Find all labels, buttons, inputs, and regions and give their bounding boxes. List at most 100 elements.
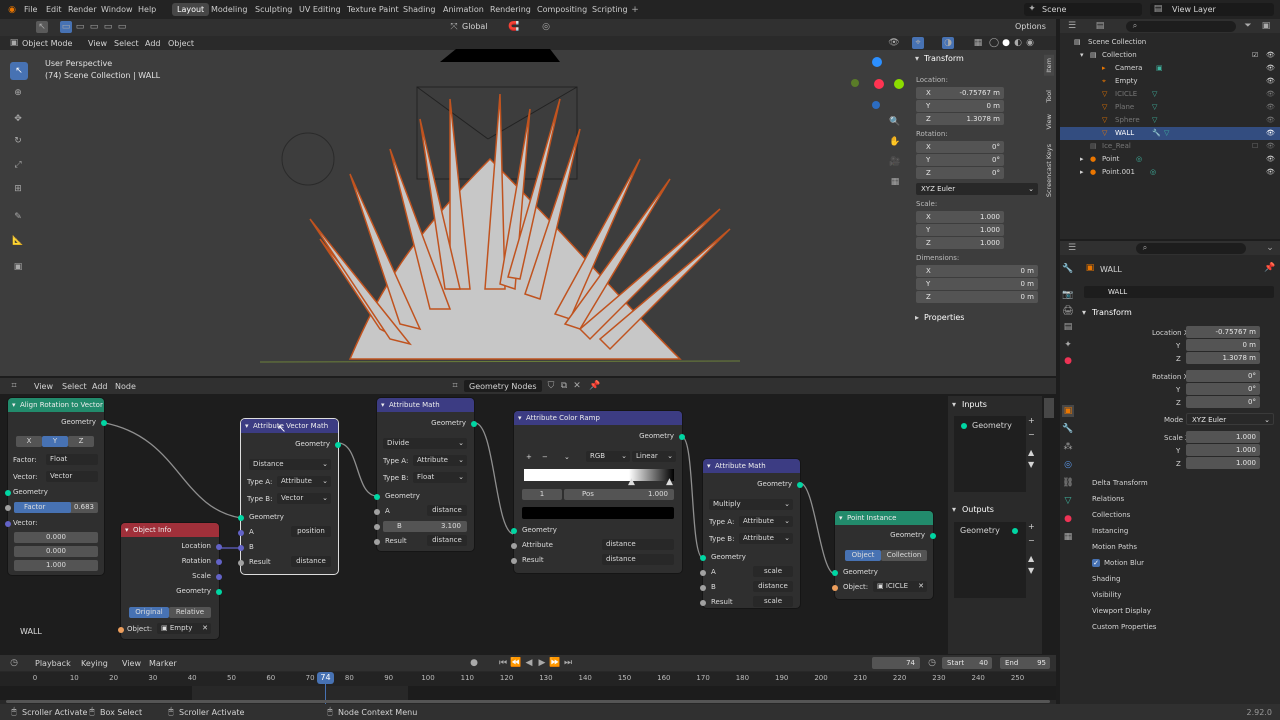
motion-blur-checkbox[interactable]: ✓ xyxy=(1092,559,1100,567)
attribute-a-field[interactable]: position xyxy=(291,526,331,537)
eye-icon[interactable]: 👁 xyxy=(1266,166,1275,179)
instance-object-toggle[interactable]: Object xyxy=(845,550,881,561)
operation-select[interactable]: Divide ⌄ xyxy=(383,438,467,449)
npanel-location-z[interactable]: Z 1.3078 m xyxy=(916,113,1004,125)
result-field[interactable]: distance xyxy=(291,556,331,567)
npanel-dimensions-y[interactable]: Y0 m xyxy=(916,278,1038,290)
type-b-select[interactable]: Float ⌄ xyxy=(413,472,467,483)
gizmo-neg-z[interactable] xyxy=(872,101,880,109)
input-socket[interactable] xyxy=(374,494,380,500)
new-collection-icon[interactable]: ▣ xyxy=(1260,20,1272,32)
visibility-icon[interactable]: 👁 xyxy=(888,37,900,49)
pin-icon[interactable]: 📌 xyxy=(1264,262,1276,274)
output-tab-icon[interactable]: 🖨 xyxy=(1062,305,1074,317)
menu-window[interactable]: Window xyxy=(96,3,138,16)
node-header[interactable]: Attribute Vector Math xyxy=(241,419,338,433)
input-socket[interactable] xyxy=(511,528,517,534)
outliner-item-empty[interactable]: ⌖ Empty 👁 xyxy=(1060,75,1280,88)
intersect-select-mode-icon[interactable]: ▭ xyxy=(102,21,114,33)
interpolation-select[interactable]: Linear ⌄ xyxy=(632,451,676,462)
move-up-icon[interactable]: ▲ xyxy=(1028,554,1034,563)
add-output-icon[interactable]: + xyxy=(1028,522,1035,531)
eye-icon[interactable]: 👁 xyxy=(1266,62,1275,75)
display-mode-icon[interactable]: ▤ xyxy=(1094,20,1106,32)
options-menu[interactable]: Options xyxy=(1015,22,1046,31)
subtract-select-mode-icon[interactable]: ▭ xyxy=(88,21,100,33)
proportional-edit-icon[interactable]: ◎ xyxy=(540,21,552,33)
output-socket[interactable] xyxy=(216,544,222,550)
input-socket[interactable] xyxy=(374,524,380,530)
eye-icon[interactable]: 👁 xyxy=(1266,153,1275,166)
move-down-icon[interactable]: ▼ xyxy=(1028,460,1034,469)
box-select-mode-icon[interactable]: ▭ xyxy=(60,21,72,33)
move-down-icon[interactable]: ▼ xyxy=(1028,566,1034,575)
constraints-tab-icon[interactable]: ⛓ xyxy=(1062,477,1074,489)
input-socket[interactable] xyxy=(238,515,244,521)
timeline-menu-playback[interactable]: Playback xyxy=(35,659,71,668)
properties-panel-header[interactable]: ▸ Properties xyxy=(912,311,1042,325)
measure-tool-icon[interactable]: 📐 xyxy=(12,235,24,247)
location-x-field[interactable]: -0.75767 m xyxy=(1186,326,1260,338)
input-socket[interactable] xyxy=(700,555,706,561)
remove-output-icon[interactable]: − xyxy=(1028,536,1035,545)
select-tool-icon[interactable]: ↖ xyxy=(36,21,48,33)
type-b-select[interactable]: Attribute ⌄ xyxy=(739,533,793,544)
node-header[interactable]: Align Rotation to Vector xyxy=(8,398,104,412)
npanel-rotation-mode[interactable]: XYZ Euler ⌄ xyxy=(916,183,1038,195)
options-chevron-icon[interactable]: ⌄ xyxy=(1264,242,1276,254)
tab-shading[interactable]: Shading xyxy=(398,3,441,16)
blender-logo-icon[interactable]: ◉ xyxy=(6,4,18,16)
start-frame-field[interactable]: Start 40 xyxy=(942,657,992,669)
gizmo-z-axis[interactable] xyxy=(872,57,882,67)
outliner-search-input[interactable]: ⌕ xyxy=(1126,21,1236,32)
factor-slider[interactable]: Factor 0.683 xyxy=(14,502,98,513)
outputs-list[interactable]: Geometry xyxy=(954,522,1026,598)
end-frame-field[interactable]: End 95 xyxy=(1000,657,1050,669)
npanel-rotation-y[interactable]: Y 0° xyxy=(916,154,1004,166)
input-socket[interactable] xyxy=(700,570,706,576)
rendered-shading-icon[interactable]: ◉ xyxy=(1024,37,1036,49)
menu-help[interactable]: Help xyxy=(133,3,161,16)
node-header[interactable]: Object Info xyxy=(121,523,219,537)
section-visibility[interactable]: Visibility xyxy=(1092,591,1121,599)
inputs-list[interactable]: Geometry xyxy=(954,416,1026,492)
input-socket[interactable] xyxy=(700,585,706,591)
output-socket[interactable] xyxy=(216,589,222,595)
camera-view-icon[interactable]: 🎥 xyxy=(889,156,901,168)
npanel-dimensions-x[interactable]: X0 m xyxy=(916,265,1038,277)
input-socket[interactable] xyxy=(5,490,11,496)
material-tab-icon[interactable]: ● xyxy=(1062,513,1074,525)
node-align-rotation-to-vector[interactable]: Align Rotation to Vector Geometry X Y Z … xyxy=(5,398,107,575)
filter-icon[interactable]: ⏷ xyxy=(1242,20,1254,32)
eye-icon[interactable]: 👁 xyxy=(1266,49,1275,62)
output-socket[interactable] xyxy=(335,442,341,448)
input-socket[interactable] xyxy=(118,627,124,633)
view-layer-tab-icon[interactable]: ▤ xyxy=(1062,321,1074,333)
input-socket[interactable] xyxy=(374,539,380,545)
type-a-select[interactable]: Attribute ⌄ xyxy=(277,476,331,487)
npanel-tab-item[interactable]: Item xyxy=(1044,55,1054,76)
stop-position-field[interactable]: Pos 1.000 xyxy=(564,489,674,500)
tab-compositing[interactable]: Compositing xyxy=(532,3,592,16)
scene-tab-icon[interactable]: ✦ xyxy=(1062,339,1074,351)
transform-panel-header[interactable]: ▾ Transform xyxy=(912,52,1042,66)
stop-index-field[interactable]: 1 xyxy=(522,489,562,500)
properties-editor-type-icon[interactable]: ☰ xyxy=(1066,242,1078,254)
add-cube-tool-icon[interactable]: ▣ xyxy=(12,261,24,273)
section-motion-blur[interactable]: Motion Blur xyxy=(1104,559,1144,567)
object-datablock-field[interactable]: WALL xyxy=(1084,286,1274,298)
node-point-instance[interactable]: Point Instance Geometry Object Collectio… xyxy=(832,511,936,599)
output-socket[interactable] xyxy=(216,574,222,580)
node-header[interactable]: Point Instance xyxy=(835,511,933,525)
node-attribute-color-ramp[interactable]: Attribute Color Ramp Geometry + − ⌄ RGB⌄… xyxy=(511,411,685,573)
node-tab-item[interactable] xyxy=(1044,432,1054,448)
npanel-rotation-z[interactable]: Z 0° xyxy=(916,167,1004,179)
inputs-item-geometry[interactable]: Geometry xyxy=(972,421,1012,430)
outliner-item-wall[interactable]: ▽ WALL 🔧 ▽ 👁 xyxy=(1060,127,1280,140)
gizmo-y-axis[interactable] xyxy=(894,79,904,89)
ramp-stop-handle[interactable]: ▲ xyxy=(628,477,635,487)
result-field[interactable]: distance xyxy=(427,535,467,546)
particles-tab-icon[interactable]: ⁂ xyxy=(1062,441,1074,453)
axis-y-button[interactable]: Y xyxy=(42,436,68,447)
section-motion-paths[interactable]: Motion Paths xyxy=(1092,543,1137,551)
